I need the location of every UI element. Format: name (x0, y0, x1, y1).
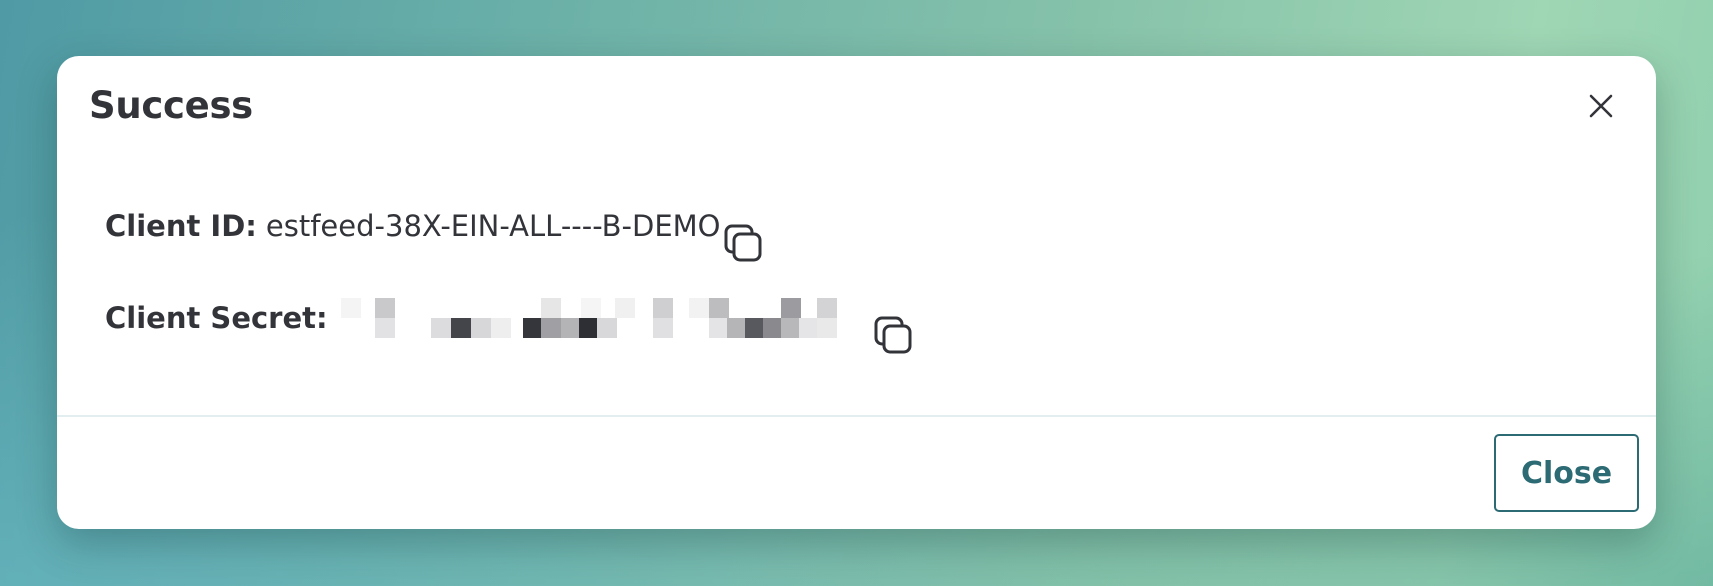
copy-icon (874, 316, 912, 354)
dialog-title: Success (89, 84, 253, 127)
footer-divider (57, 415, 1656, 417)
close-icon[interactable] (1579, 84, 1623, 128)
copy-client-id-button[interactable] (722, 222, 766, 266)
client-secret-row: Client Secret: (105, 298, 881, 338)
client-id-row: Client ID: estfeed-38X-EIN-ALL----B-DEMO (105, 209, 721, 243)
client-secret-value-masked (340, 298, 881, 338)
close-button[interactable]: Close (1494, 434, 1639, 512)
client-id-label: Client ID: (105, 209, 257, 243)
copy-icon (724, 224, 762, 262)
success-dialog: Success Client ID: estfeed-38X-EIN-ALL--… (57, 56, 1656, 529)
client-id-value: estfeed-38X-EIN-ALL----B-DEMO (265, 209, 721, 243)
client-secret-label: Client Secret: (105, 301, 328, 335)
copy-client-secret-button[interactable] (872, 314, 916, 358)
